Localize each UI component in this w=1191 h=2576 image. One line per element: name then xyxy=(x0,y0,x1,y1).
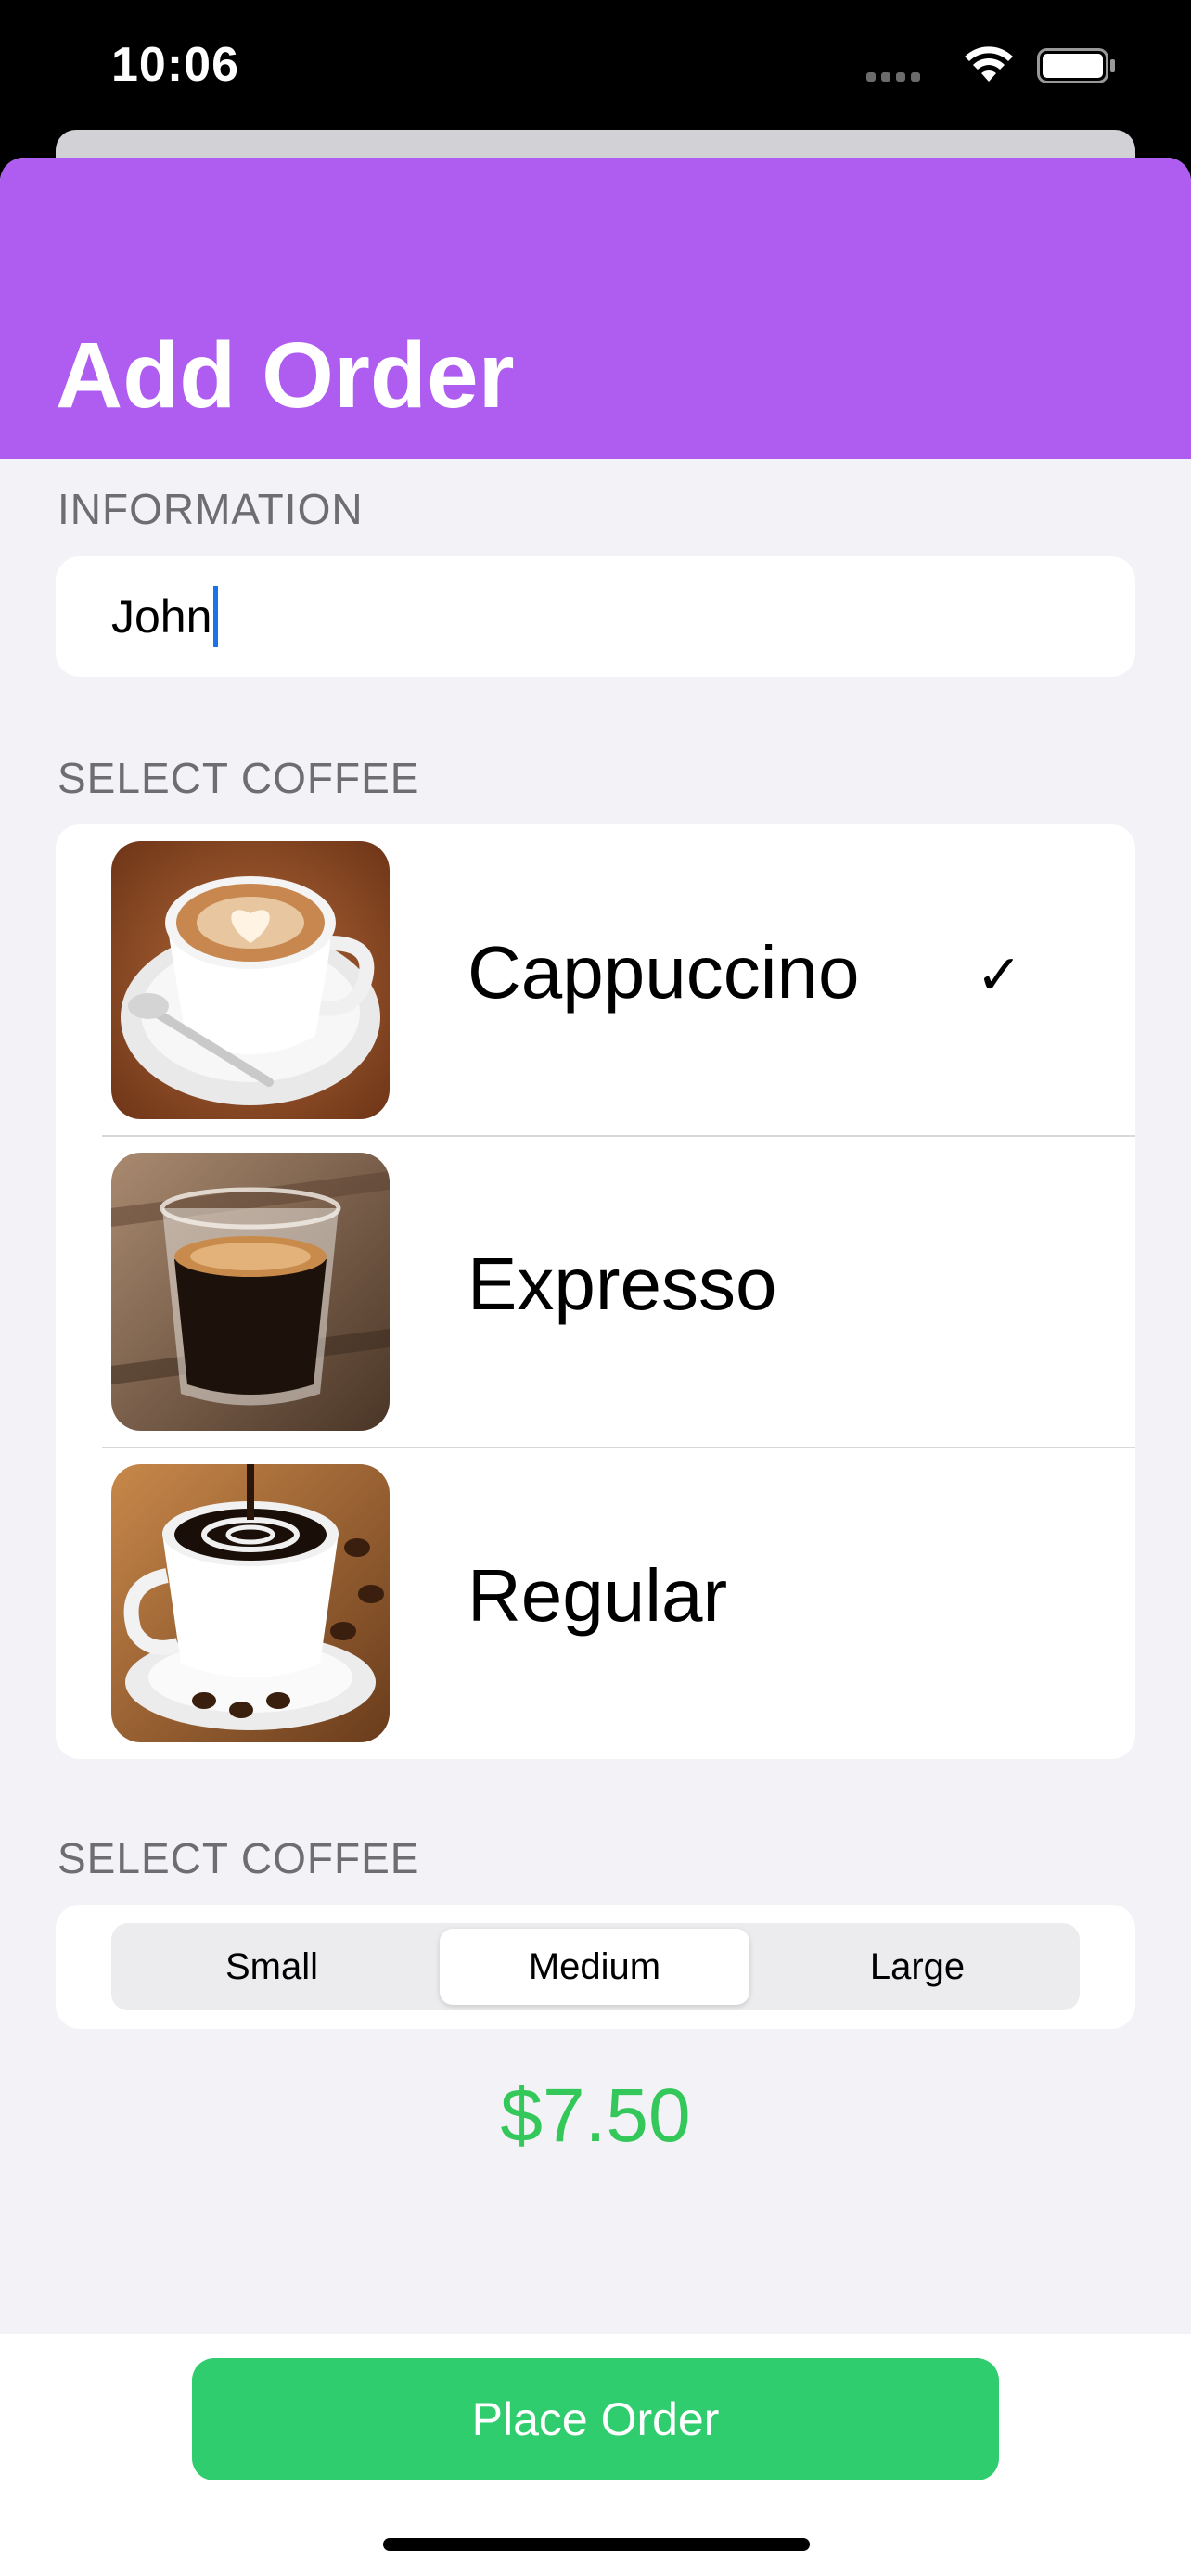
segment-medium[interactable]: Medium xyxy=(440,1929,749,2005)
coffee-section-label: SELECT COFFEE xyxy=(58,754,420,802)
coffee-name: Expresso xyxy=(467,1243,777,1325)
home-indicator xyxy=(383,2538,810,2551)
size-card: Small Medium Large xyxy=(56,1905,1135,2029)
nav-header: Add Order xyxy=(0,158,1191,459)
espresso-photo-icon xyxy=(111,1153,390,1431)
information-section-label: INFORMATION xyxy=(58,485,364,533)
wifi-icon xyxy=(965,46,1013,82)
cappuccino-photo-icon xyxy=(111,841,390,1119)
coffee-option-regular[interactable]: Regular xyxy=(56,1447,1135,1759)
cellular-signal-icon xyxy=(866,72,922,82)
text-cursor xyxy=(213,586,218,647)
size-section-label: SELECT COFFEE xyxy=(58,1834,420,1882)
order-price: $7.50 xyxy=(500,2073,691,2158)
segment-large[interactable]: Large xyxy=(762,1929,1072,2005)
coffee-list: Cappuccino ✓ Expresso Regular xyxy=(56,824,1135,1759)
status-bar: 10:06 xyxy=(0,0,1191,139)
coffee-option-cappuccino[interactable]: Cappuccino ✓ xyxy=(56,824,1135,1136)
name-field[interactable]: John xyxy=(111,590,211,644)
battery-icon xyxy=(1037,48,1115,83)
size-segmented-control: Small Medium Large xyxy=(111,1923,1080,2010)
regular-coffee-photo-icon xyxy=(111,1464,390,1742)
checkmark-icon: ✓ xyxy=(976,944,1023,1006)
page-title: Add Order xyxy=(56,324,515,427)
status-time: 10:06 xyxy=(111,38,239,92)
information-card: John xyxy=(56,556,1135,677)
place-order-button[interactable]: Place Order xyxy=(192,2358,999,2480)
coffee-option-expresso[interactable]: Expresso xyxy=(56,1136,1135,1447)
coffee-name: Regular xyxy=(467,1554,728,1637)
coffee-name: Cappuccino xyxy=(467,931,860,1014)
segment-small[interactable]: Small xyxy=(117,1929,427,2005)
add-order-sheet: Add Order INFORMATION John SELECT COFFEE xyxy=(0,158,1191,2576)
